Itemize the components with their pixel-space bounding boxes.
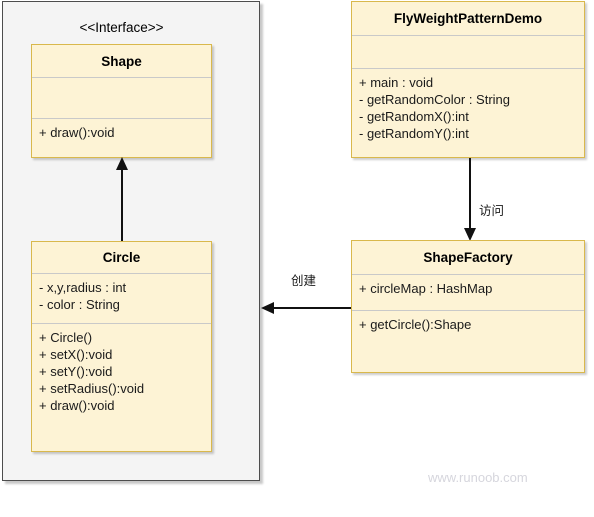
create-connector-line (273, 307, 351, 309)
operation-item: - getRandomY():int (359, 126, 469, 141)
attribute-item: - color : String (39, 297, 120, 312)
operation-item: - getRandomX():int (359, 109, 469, 124)
operations-compartment-shape: + draw():void (32, 118, 211, 158)
operation-item: + setY():void (39, 364, 113, 379)
create-edge-label: 创建 (291, 274, 317, 288)
attributes-compartment-shape (32, 77, 211, 118)
attribute-item: - x,y,radius : int (39, 280, 127, 295)
operation-item: + Circle() (39, 330, 93, 345)
class-name-shapefactory: ShapeFactory (423, 250, 513, 265)
uml-class-diagram: <<Interface>> Shape + draw():void Circle… (0, 0, 594, 517)
class-name-circle: Circle (102, 250, 141, 265)
operation-item: + getCircle():Shape (359, 317, 472, 332)
operations-compartment-circle: + Circle() + setX():void + setY():void +… (32, 323, 211, 452)
create-arrowhead-icon (261, 302, 274, 314)
class-box-flyweightpatterndemo[interactable]: FlyWeightPatternDemo + main : void - get… (351, 1, 585, 158)
operation-item: + draw():void (39, 125, 115, 140)
watermark-text: www.runoob.com (428, 470, 528, 485)
attributes-compartment-circle: - x,y,radius : int - color : String (32, 273, 211, 323)
operations-compartment-flyweightpatterndemo: + main : void - getRandomColor : String … (352, 68, 584, 158)
operation-item: + setRadius():void (39, 381, 145, 396)
attributes-compartment-shapefactory: + circleMap : HashMap (352, 274, 584, 310)
attribute-item: + circleMap : HashMap (359, 281, 493, 296)
class-box-circle[interactable]: Circle - x,y,radius : int - color : Stri… (31, 241, 212, 452)
class-name-shape: Shape (101, 54, 142, 69)
class-box-shapefactory[interactable]: ShapeFactory + circleMap : HashMap + get… (351, 240, 585, 373)
attributes-compartment-flyweightpatterndemo (352, 35, 584, 68)
inheritance-arrowhead-icon (116, 157, 128, 170)
access-connector-line (469, 158, 471, 230)
operations-compartment-shapefactory: + getCircle():Shape (352, 310, 584, 373)
shape-stereotype-label: <<Interface>> (79, 20, 164, 35)
access-edge-label: 访问 (479, 204, 505, 218)
class-name-flyweightpatterndemo: FlyWeightPatternDemo (393, 11, 543, 26)
inheritance-connector-line (121, 165, 123, 242)
operation-item: - getRandomColor : String (359, 92, 511, 107)
operation-item: + setX():void (39, 347, 113, 362)
operation-item: + draw():void (39, 398, 115, 413)
operation-item: + main : void (359, 75, 434, 90)
class-box-shape[interactable]: Shape + draw():void (31, 44, 212, 158)
